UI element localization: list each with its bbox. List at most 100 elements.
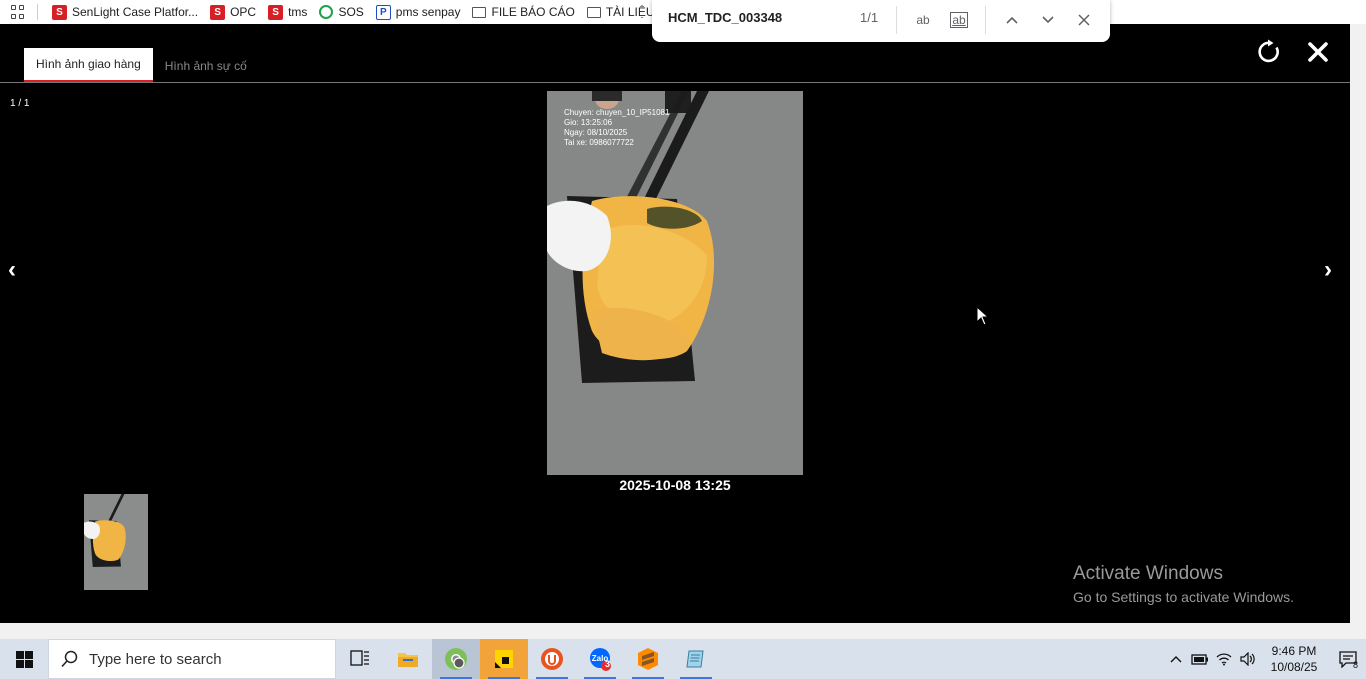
find-previous-button[interactable] [998,6,1026,34]
delivery-photo: Chuyen: chuyen_10_IP51081 Gio: 13:25:06 … [547,91,803,475]
tab-incident-images[interactable]: Hình ảnh sự cố [153,48,259,83]
bookmark-tai-lieu[interactable]: TÀI LIỆU [586,5,655,19]
folder-icon [472,6,487,18]
file-explorer-icon [398,653,418,667]
wifi-icon [1216,653,1232,666]
battery-button[interactable] [1188,639,1212,679]
close-icon [1308,42,1328,62]
next-image-button[interactable]: › [1324,256,1344,284]
tab-delivery-images[interactable]: Hình ảnh giao hàng [24,48,153,83]
find-bar: 1/1 ab ab [652,0,1110,42]
match-case-icon: ab [916,13,930,27]
whole-word-button[interactable]: ab [945,6,973,34]
senlight-icon: S [210,4,226,20]
sublime-icon [638,648,658,670]
activate-windows-watermark: Activate Windows Go to Settings to activ… [1073,563,1294,605]
whole-word-icon: ab [950,12,968,28]
bookmark-opc[interactable]: S OPC [210,4,257,20]
stamp-line: Chuyen: chuyen_10_IP51081 [564,108,670,117]
pms-icon: P [375,4,391,20]
watermark-subtitle: Go to Settings to activate Windows. [1073,589,1294,605]
search-placeholder: Type here to search [89,650,222,668]
match-case-button[interactable]: ab [909,6,937,34]
find-next-button[interactable] [1034,6,1062,34]
chevron-down-icon [1042,16,1054,24]
stamp-line: Gio: 13:25:06 [564,118,613,127]
system-tray: 9:46 PM 10/08/25 8 [1164,639,1366,679]
photo-caption: 2025-10-08 13:25 [619,477,731,493]
task-view-button[interactable] [336,639,384,679]
folder-icon [586,6,601,18]
windows-logo-icon [15,650,33,668]
photo-thumbnail[interactable] [84,494,148,590]
close-icon [1078,14,1090,26]
stamp-line: Ngay: 08/10/2025 [564,128,628,137]
sublime-button[interactable] [624,639,672,679]
bookmarks-divider [37,4,38,20]
task-view-icon [350,650,369,666]
action-center-button[interactable]: 8 [1330,639,1366,679]
bookmark-label: pms senpay [395,5,461,19]
watermark-title: Activate Windows [1073,563,1223,584]
ultraviewer-button[interactable] [528,639,576,679]
bookmark-label: TÀI LIỆU [605,5,655,19]
sticky-notes-icon [495,650,513,668]
sticky-notes-button[interactable] [480,639,528,679]
file-explorer-button[interactable] [384,639,432,679]
ultraviewer-icon [541,648,563,670]
bookmark-pms-senpay[interactable]: Ppms senpay [375,4,461,20]
tabs-divider [0,82,1350,83]
find-match-count: 1/1 [860,10,879,25]
chrome-icon [445,648,467,670]
zalo-badge: 3 [605,659,611,669]
battery-icon [1191,654,1208,665]
start-button[interactable] [0,639,48,679]
viewer-tabs: Hình ảnh giao hàng Hình ảnh sự cố [24,48,259,83]
senlight-icon: S [268,4,284,20]
bookmark-sos[interactable]: SOS [319,5,364,19]
search-icon [61,650,78,668]
taskbar-search[interactable]: Type here to search [48,639,336,679]
find-close-button[interactable] [1070,6,1098,34]
thumbnail-content [84,494,148,590]
page-scrollbar[interactable] [1350,24,1366,623]
bookmark-label: OPC [230,5,257,19]
close-viewer-button[interactable] [1304,38,1332,66]
bookmark-senlight[interactable]: S SenLight Case Platfor... [52,4,198,20]
photo-stamp: Chuyen: chuyen_10_IP51081 Gio: 13:25:06 … [564,108,669,148]
volume-button[interactable] [1236,639,1260,679]
zalo-button[interactable]: Zalo 3 [576,639,624,679]
screen: S SenLight Case Platfor... S OPC Stms SOS … [0,0,1366,679]
find-input[interactable] [668,10,848,25]
show-hidden-icons-button[interactable] [1164,639,1188,679]
bookmark-file-bao-cao[interactable]: FILE BÁO CÁO [472,5,575,19]
notification-count: 8 [1353,660,1359,670]
chevron-up-icon [1006,16,1018,24]
taskbar: Type here to search Zalo 3 9:46 PM 10/08… [0,639,1366,679]
speaker-icon [1240,652,1255,666]
photo-content [547,91,803,475]
bookmark-tms[interactable]: Stms [268,4,308,20]
prev-image-button[interactable]: ‹ [8,256,28,284]
stamp-line: Tai xe: 0986077722 [564,138,634,147]
rotate-icon [1258,39,1279,63]
clock-date: 10/08/25 [1270,660,1318,674]
senlight-icon: S [52,4,67,20]
image-viewer: Hình ảnh giao hàng Hình ảnh sự cố 1 / 1 … [0,24,1350,623]
bookmark-label: FILE BÁO CÁO [491,5,575,19]
clock-time: 9:46 PM [1271,644,1317,658]
chevron-up-icon [1170,656,1182,663]
bookmark-label: tms [288,5,308,19]
bookmark-label: SOS [338,5,364,19]
mouse-cursor-icon [976,306,990,326]
rotate-button[interactable] [1256,38,1284,66]
network-button[interactable] [1212,639,1236,679]
image-counter: 1 / 1 [10,98,30,109]
chrome-button[interactable] [432,639,480,679]
notepad-icon [686,650,704,668]
notepad-button[interactable] [672,639,720,679]
sos-icon [319,5,334,19]
clock[interactable]: 9:46 PM 10/08/25 [1266,643,1322,675]
apps-grid-icon[interactable] [11,5,25,19]
find-divider [985,6,986,34]
